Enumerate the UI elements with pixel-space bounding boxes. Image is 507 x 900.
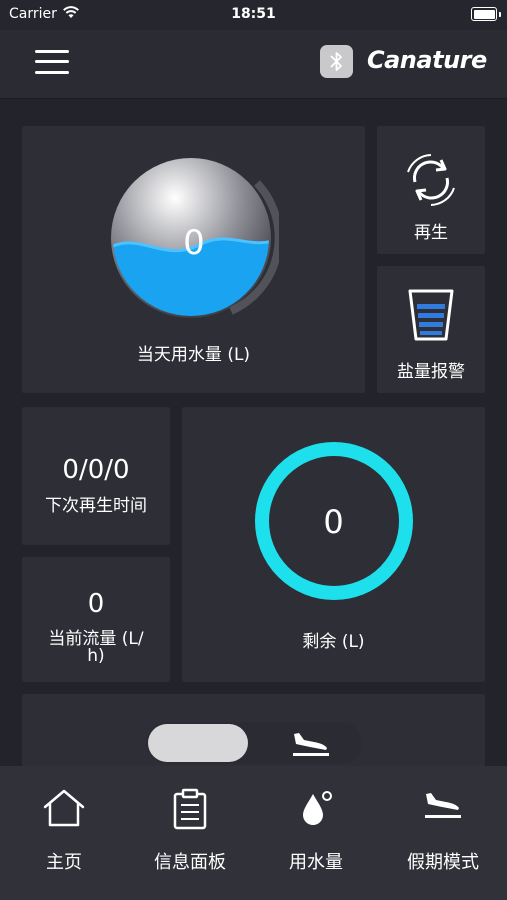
- battery-icon: [471, 7, 497, 21]
- tab-info-panel[interactable]: 信息面板: [135, 766, 245, 900]
- tab-home-label: 主页: [46, 852, 82, 873]
- tab-vacation-mode-label: 假期模式: [407, 852, 479, 873]
- salt-alarm-card[interactable]: 盐量报警: [377, 266, 485, 393]
- clipboard-icon: [173, 788, 207, 830]
- daily-usage-label: 当天用水量 (L): [136, 345, 251, 365]
- daily-usage-card[interactable]: 0 当天用水量 (L): [22, 126, 365, 393]
- brand-logo: Canature: [367, 46, 487, 74]
- bluetooth-icon[interactable]: [320, 45, 353, 78]
- regenerate-button[interactable]: 再生: [377, 126, 485, 254]
- hamburger-icon[interactable]: [35, 48, 69, 76]
- current-flow-label-line2: h): [87, 646, 105, 666]
- clock: 18:51: [231, 6, 276, 22]
- remaining-value: 0: [323, 503, 344, 541]
- tab-bar: 主页 信息面板 用水量 假期模式: [0, 766, 507, 900]
- tab-info-panel-label: 信息面板: [154, 852, 226, 873]
- remaining-label: 剩余 (L): [302, 632, 365, 652]
- regenerate-label: 再生: [414, 223, 448, 243]
- home-icon: [43, 789, 85, 827]
- refresh-icon: [407, 154, 455, 206]
- airplane-landing-icon: [425, 793, 461, 818]
- vacation-toggle-knob[interactable]: [148, 724, 248, 762]
- current-flow-value: 0: [87, 589, 105, 619]
- airplane-landing-icon: [293, 733, 329, 756]
- tab-vacation-mode[interactable]: 假期模式: [388, 766, 498, 900]
- remaining-card: 0 剩余 (L): [182, 407, 485, 682]
- next-regen-card: 0/0/0 下次再生时间: [22, 407, 170, 545]
- next-regen-label: 下次再生时间: [45, 496, 147, 516]
- tab-water-usage-label: 用水量: [289, 852, 343, 873]
- status-bar: Carrier 18:51: [0, 0, 507, 30]
- tab-water-usage[interactable]: 用水量: [261, 766, 371, 900]
- top-navbar: Canature: [0, 30, 507, 99]
- tab-home[interactable]: 主页: [9, 766, 119, 900]
- salt-level-icon: [408, 289, 454, 341]
- current-flow-card: 0 当前流量 (L/ h): [22, 557, 170, 682]
- daily-usage-value: 0: [183, 223, 205, 263]
- water-drop-icon: [303, 791, 332, 825]
- next-regen-value: 0/0/0: [62, 455, 130, 485]
- salt-alarm-label: 盐量报警: [397, 362, 465, 382]
